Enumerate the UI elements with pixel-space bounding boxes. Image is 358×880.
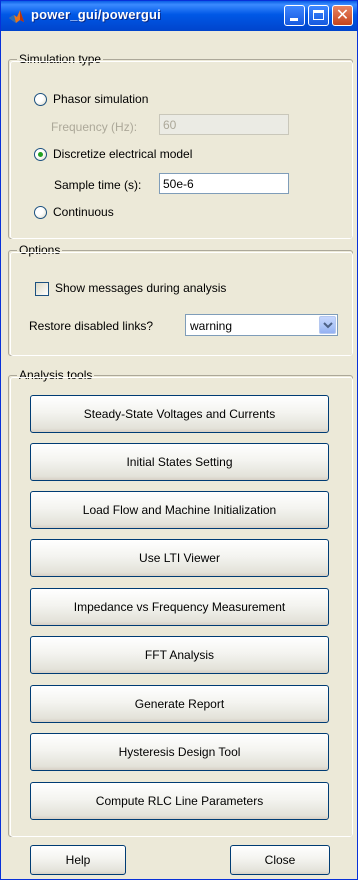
hysteresis-design-button[interactable]: Hysteresis Design Tool (30, 733, 329, 771)
continuous-label: Continuous (53, 205, 114, 219)
restore-links-label: Restore disabled links? (29, 319, 154, 333)
show-messages-checkbox[interactable] (35, 282, 49, 296)
steady-state-button[interactable]: Steady-State Voltages and Currents (30, 395, 329, 433)
initial-states-button[interactable]: Initial States Setting (30, 443, 329, 481)
minimize-icon (290, 18, 298, 21)
maximize-icon (313, 10, 324, 20)
sample-time-input[interactable] (159, 173, 289, 194)
restore-links-value: warning (190, 319, 233, 333)
options-group: Options (8, 243, 353, 356)
discretize-model-label: Discretize electrical model (53, 147, 193, 161)
frequency-input[interactable] (159, 114, 289, 135)
phasor-simulation-radio[interactable] (34, 93, 47, 106)
minimize-button[interactable] (284, 5, 305, 26)
impedance-measurement-button[interactable]: Impedance vs Frequency Measurement (30, 588, 329, 626)
close-button[interactable]: Close (230, 845, 330, 875)
lti-viewer-button[interactable]: Use LTI Viewer (30, 539, 329, 577)
chevron-down-icon (323, 322, 333, 329)
powergui-window: power_gui/powergui ✕ Simulation type Pha… (0, 0, 358, 880)
simulation-type-legend: Simulation type (17, 52, 104, 66)
close-icon: ✕ (335, 5, 350, 24)
maximize-button[interactable] (308, 5, 329, 26)
load-flow-button[interactable]: Load Flow and Machine Initialization (30, 491, 329, 529)
compute-rlc-button[interactable]: Compute RLC Line Parameters (30, 782, 329, 820)
continuous-radio[interactable] (34, 206, 47, 219)
discretize-model-radio[interactable] (34, 148, 47, 161)
restore-links-dropdown[interactable]: warning (185, 314, 338, 336)
title-bar[interactable]: power_gui/powergui ✕ (1, 1, 357, 31)
help-button[interactable]: Help (30, 845, 126, 875)
close-window-button[interactable]: ✕ (332, 5, 353, 26)
options-legend: Options (17, 243, 63, 257)
show-messages-label: Show messages during analysis (55, 281, 227, 295)
sample-time-label: Sample time (s): (54, 178, 142, 192)
window-title: power_gui/powergui (31, 7, 161, 22)
generate-report-button[interactable]: Generate Report (30, 685, 329, 723)
phasor-simulation-label: Phasor simulation (53, 92, 149, 106)
dropdown-button[interactable] (319, 316, 336, 334)
frequency-label: Frequency (Hz): (51, 120, 138, 134)
matlab-logo-icon (9, 10, 24, 23)
fft-analysis-button[interactable]: FFT Analysis (30, 636, 329, 674)
analysis-tools-legend: Analysis tools (17, 368, 95, 382)
